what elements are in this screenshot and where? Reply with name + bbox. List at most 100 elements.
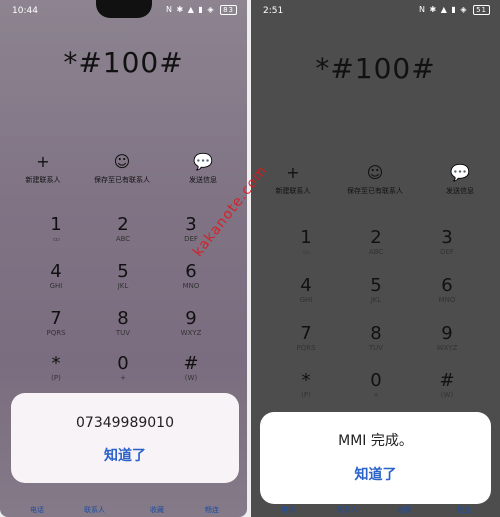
bottom-tab-bar: 电话 联系人 收藏 畅连: [0, 503, 247, 517]
key-letters: (P): [51, 374, 61, 382]
key-letters: GHI: [299, 296, 313, 304]
dialed-number: *#100#: [315, 52, 436, 85]
key-letters: WXYZ: [436, 344, 458, 352]
key-4[interactable]: 4 GHI: [26, 262, 86, 291]
tab-meetime[interactable]: 畅连: [205, 505, 219, 515]
right-phone-screen: 2:51 N ✱ ▲ ▮ ◈ 51 *#100# + 新建联系人 ☺ 保存至已有…: [251, 0, 500, 517]
dialed-number: *#100#: [63, 46, 184, 79]
key-digit: #: [183, 353, 199, 374]
key-8[interactable]: 8 TUV: [346, 324, 406, 353]
key-letters: MNO: [182, 282, 200, 290]
key-letters: +: [373, 391, 379, 399]
key-digit: 1: [300, 227, 312, 248]
send-message-label: 发送信息: [446, 187, 474, 195]
key-digit: 2: [370, 227, 382, 248]
send-message-label: 发送信息: [189, 176, 217, 184]
tab-favorites[interactable]: 收藏: [150, 505, 164, 515]
key-6[interactable]: 6 MNO: [417, 276, 477, 305]
key-digit: 9: [441, 323, 453, 344]
key-7[interactable]: 7 PQRS: [276, 324, 336, 353]
key-digit: 8: [117, 308, 129, 329]
send-message-button[interactable]: 💬 发送信息: [420, 164, 500, 196]
contact-icon: ☺: [113, 152, 131, 171]
key-letters: DEF: [440, 248, 454, 256]
status-time: 2:51: [263, 6, 284, 16]
status-time: 10:44: [12, 6, 38, 16]
key-digit: *: [301, 370, 311, 391]
key-letters: ABC: [368, 248, 384, 256]
key-7[interactable]: 7 PQRS: [26, 309, 86, 338]
key-letters: TUV: [115, 329, 131, 337]
key-letters: JKL: [370, 296, 382, 304]
key-letters: (W): [440, 391, 454, 399]
tab-contacts[interactable]: 联系人: [337, 505, 358, 515]
new-contact-label: 新建联系人: [275, 187, 311, 195]
key-letters: WXYZ: [180, 329, 202, 337]
key-6[interactable]: 6 MNO: [161, 262, 221, 291]
new-contact-button[interactable]: + 新建联系人: [3, 153, 83, 185]
key-digit: 0: [370, 370, 382, 391]
key-hash[interactable]: # (W): [417, 371, 477, 400]
mmi-result-dialog: MMI 完成。 知道了: [260, 412, 491, 504]
send-message-button[interactable]: 💬 发送信息: [163, 153, 243, 185]
key-digit: 5: [370, 275, 382, 296]
dial-actions: + 新建联系人 ☺ 保存至已有联系人 💬 发送信息: [0, 153, 247, 193]
key-digit: *: [51, 353, 61, 374]
key-4[interactable]: 4 GHI: [276, 276, 336, 305]
key-letters: JKL: [117, 282, 129, 290]
key-2[interactable]: 2 ABC: [346, 228, 406, 257]
dialog-message: 07349989010: [76, 415, 174, 431]
save-to-existing-contact-button[interactable]: ☺ 保存至已有联系人: [335, 164, 415, 196]
key-digit: 5: [117, 261, 129, 282]
status-icons: N ✱ ▲ ▮ ◈ 83: [166, 5, 237, 15]
key-digit: 8: [370, 323, 382, 344]
left-phone-screen: 10:44 N ✱ ▲ ▮ ◈ 83 *#100# + 新建联系人 ☺ 保存至已…: [0, 0, 247, 517]
key-letters: GHI: [49, 282, 63, 290]
tab-contacts[interactable]: 联系人: [84, 505, 105, 515]
save-to-existing-contact-button[interactable]: ☺ 保存至已有联系人: [82, 153, 162, 185]
key-digit: #: [439, 370, 455, 391]
key-digit: 3: [441, 227, 453, 248]
key-8[interactable]: 8 TUV: [93, 309, 153, 338]
status-bar: 10:44 N ✱ ▲ ▮ ◈ 83: [0, 0, 247, 22]
key-star[interactable]: * (P): [26, 354, 86, 383]
key-digit: 6: [441, 275, 453, 296]
ussd-result-dialog: 07349989010 知道了: [11, 393, 239, 483]
key-1[interactable]: 1ထ: [276, 228, 336, 257]
key-1[interactable]: 1ထ: [26, 215, 86, 244]
status-indicator-icons: N ✱ ▲ ▮ ◈: [165, 5, 215, 14]
dial-actions: + 新建联系人 ☺ 保存至已有联系人 💬 发送信息: [251, 164, 500, 204]
contact-icon: ☺: [366, 163, 384, 182]
key-5[interactable]: 5 JKL: [346, 276, 406, 305]
key-2[interactable]: 2 ABC: [93, 215, 153, 244]
bottom-tab-bar: 电话 联系人 收藏 畅连: [251, 503, 500, 517]
tab-phone[interactable]: 电话: [30, 505, 44, 515]
tab-phone[interactable]: 电话: [281, 505, 295, 515]
new-contact-label: 新建联系人: [25, 176, 61, 184]
key-0[interactable]: 0 +: [93, 354, 153, 383]
key-star[interactable]: * (P): [276, 371, 336, 400]
key-digit: 7: [300, 323, 312, 344]
key-digit: 4: [50, 261, 62, 282]
battery-icon: 83: [220, 5, 237, 15]
key-letters: +: [120, 374, 126, 382]
key-letters: (P): [301, 391, 311, 399]
key-5[interactable]: 5 JKL: [93, 262, 153, 291]
key-3[interactable]: 3 DEF: [417, 228, 477, 257]
dialog-ok-button[interactable]: 知道了: [260, 464, 491, 484]
plus-icon: +: [36, 152, 50, 171]
dialog-ok-button[interactable]: 知道了: [11, 445, 239, 465]
key-0[interactable]: 0 +: [346, 371, 406, 400]
tab-meetime[interactable]: 畅连: [457, 505, 471, 515]
key-9[interactable]: 9 WXYZ: [417, 324, 477, 353]
key-hash[interactable]: # (W): [161, 354, 221, 383]
key-digit: 9: [185, 308, 197, 329]
key-digit: 2: [117, 214, 129, 235]
tab-favorites[interactable]: 收藏: [397, 505, 411, 515]
key-letters: TUV: [368, 344, 384, 352]
battery-icon: 51: [473, 5, 490, 15]
voicemail-icon: ထ: [52, 235, 60, 243]
key-letters: MNO: [438, 296, 456, 304]
key-letters: (W): [184, 374, 198, 382]
key-9[interactable]: 9 WXYZ: [161, 309, 221, 338]
